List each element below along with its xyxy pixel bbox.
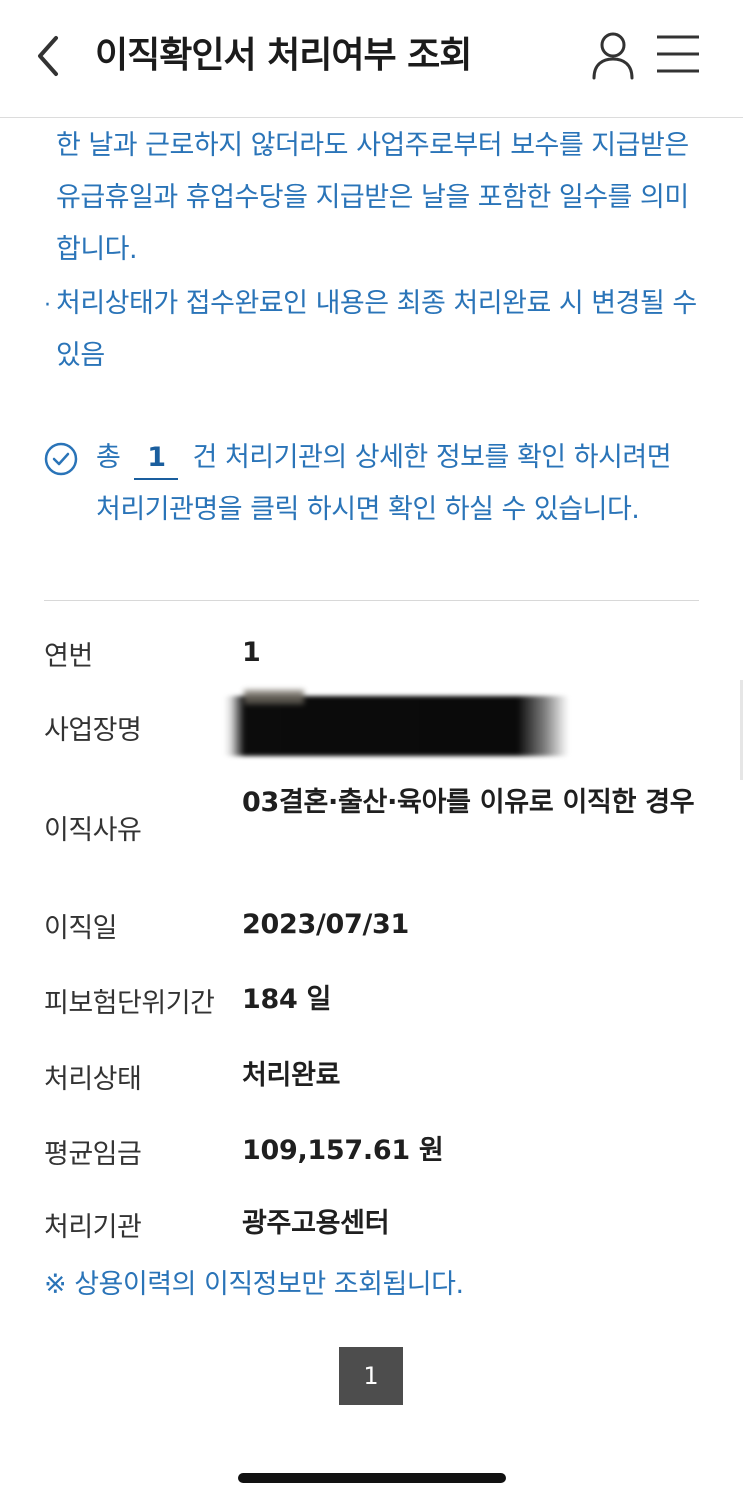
footnote: ※ 상용이력의 이직정보만 조회됩니다. [44, 1269, 464, 1300]
result-count: 1 [134, 438, 179, 480]
chevron-left-icon [38, 36, 58, 76]
row-label: 이직사유 [44, 815, 142, 846]
hamburger-menu-icon [657, 35, 699, 73]
row-label: 사업장명 [44, 715, 142, 746]
row-label: 피보험단위기간 [44, 988, 215, 1019]
back-button[interactable] [30, 30, 70, 82]
row-label: 평균임금 [44, 1139, 142, 1170]
notice-text-1: 한 날과 근로하지 않더라도 사업주로부터 보수를 지급받은 유급휴일과 휴업수… [56, 130, 689, 265]
user-button[interactable] [590, 30, 636, 82]
result-info: 총 1 건 처리기관의 상세한 정보를 확인 하시려면 처리기관명을 클릭 하시… [0, 428, 743, 598]
result-info-suffix: 건 처리기관의 상세한 정보를 확인 하시려면 처리기관명을 클릭 하시면 확인… [96, 442, 672, 525]
notice-text-2: 처리상태가 접수완료인 내용은 최종 처리완료 시 변경될 수 있음 [56, 288, 697, 371]
row-value: 1 [242, 637, 261, 668]
row-value: 03결혼·출산·육아를 이유로 이직한 경우 [242, 787, 695, 818]
page-button-1[interactable]: 1 [339, 1347, 403, 1405]
row-label: 처리상태 [44, 1064, 142, 1095]
agency-link[interactable]: 광주고용센터 [242, 1199, 712, 1249]
row-value: 184 일 [242, 984, 332, 1015]
bullet-dot: · [44, 293, 51, 318]
redacted-workplace-name-top [244, 690, 304, 704]
user-icon [592, 32, 634, 80]
row-value: 109,157.61 원 [242, 1135, 444, 1166]
row-label: 이직일 [44, 913, 118, 944]
home-indicator [238, 1473, 506, 1483]
row-value: 2023/07/31 [242, 909, 410, 940]
row-label: 처리기관 [44, 1212, 142, 1243]
divider [44, 600, 699, 601]
app-header: 이직확인서 처리여부 조회 [0, 0, 743, 118]
row-label: 연번 [44, 641, 93, 672]
page: 이직확인서 처리여부 조회 한 날과 근로하지 않더라도 사업주로부터 보수를 … [0, 0, 743, 1501]
total-prefix: 총 [96, 442, 121, 473]
check-circle-icon [44, 442, 78, 476]
menu-button[interactable] [654, 33, 702, 77]
page-title: 이직확인서 처리여부 조회 [95, 35, 472, 76]
redacted-workplace-name [224, 696, 569, 756]
result-info-text: 총 1 건 처리기관의 상세한 정보를 확인 하시려면 처리기관명을 클릭 하시… [96, 432, 696, 536]
row-value: 처리완료 [242, 1060, 341, 1091]
